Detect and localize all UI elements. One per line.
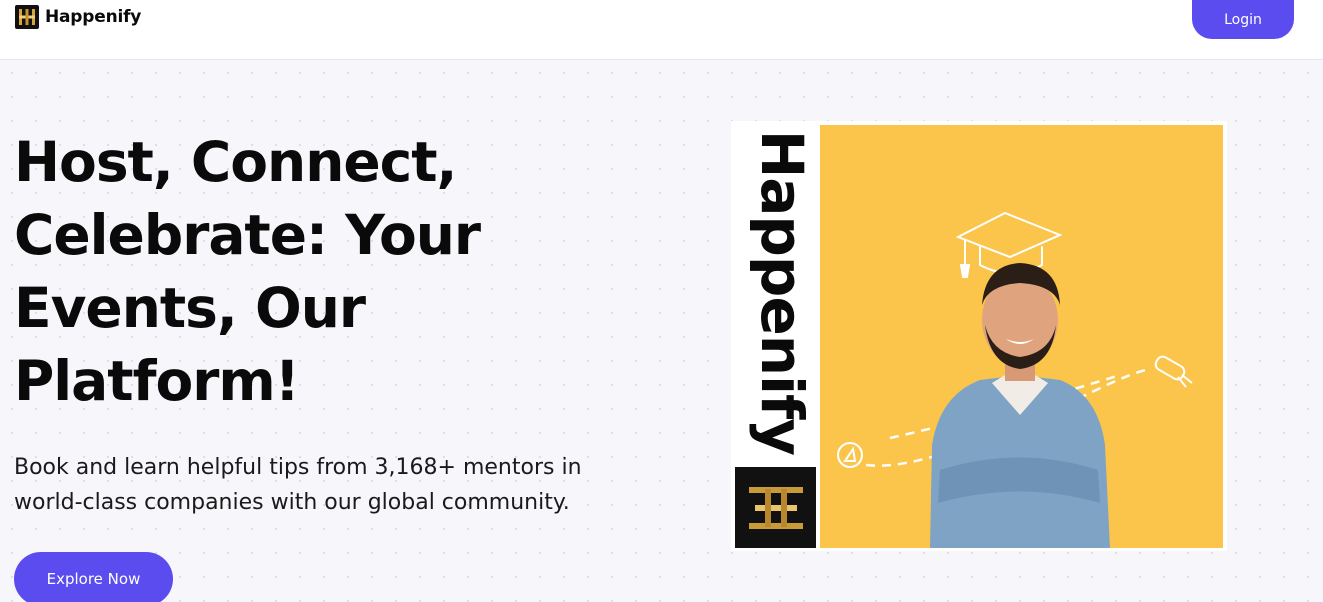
login-button[interactable]: Login (1192, 0, 1294, 39)
headline-line: Celebrate: Your (14, 203, 481, 267)
subtext-line: Book and learn helpful tips from 3,168+ … (14, 455, 582, 480)
brand-name: Happenify (45, 7, 142, 27)
headline-line: Events, Our (14, 276, 366, 340)
top-navbar: Happenify Login (0, 0, 1323, 60)
hero-subtext: Book and learn helpful tips from 3,168+ … (14, 450, 654, 520)
happenify-logo-icon (15, 5, 39, 29)
explore-now-button[interactable]: Explore Now (14, 552, 173, 602)
headline-line: Host, Connect, (14, 130, 457, 194)
subtext-line: world-class companies with our global co… (14, 490, 570, 515)
promo-brand-strip: Happenify (731, 121, 819, 551)
promo-photo (820, 125, 1223, 548)
brand[interactable]: Happenify (15, 5, 141, 29)
vertical-brand-text: Happenify (748, 129, 816, 455)
headline-line: Platform! (14, 349, 300, 413)
hero-promo-image: Happenify (731, 121, 1227, 551)
hero-headline: Host, Connect, Celebrate: Your Events, O… (14, 126, 574, 418)
promo-logo-icon (735, 467, 816, 548)
